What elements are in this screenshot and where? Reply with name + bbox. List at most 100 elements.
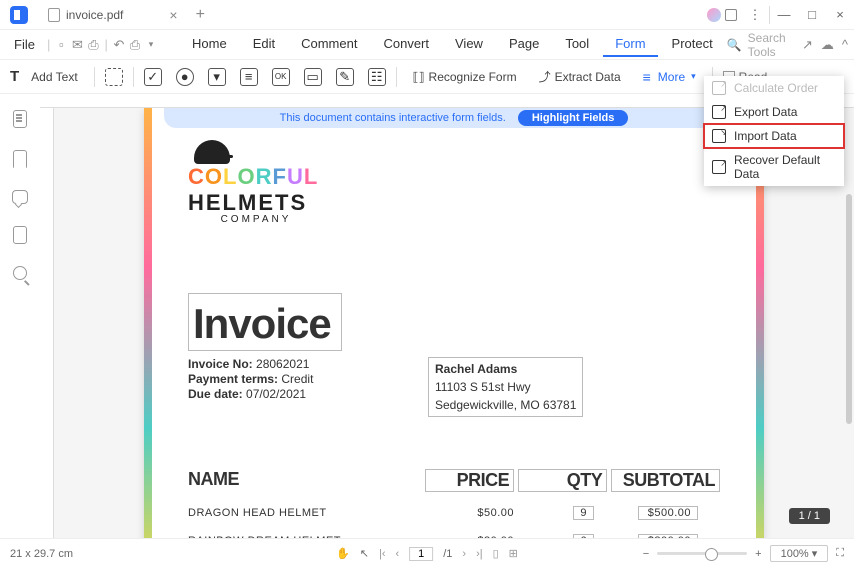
cloud-icon[interactable]: ☁	[821, 37, 834, 53]
divider: |	[47, 37, 50, 52]
customer-field[interactable]: Rachel Adams 11103 S 51st Hwy Sedgewickv…	[428, 357, 583, 417]
maximize-button[interactable]: □	[798, 0, 826, 30]
page-number-input[interactable]	[409, 547, 433, 561]
date-field-icon[interactable]: ☷	[368, 68, 386, 86]
attachments-icon[interactable]	[13, 226, 27, 244]
th-price[interactable]: PRICE	[425, 469, 514, 492]
due-date-label: Due date:	[188, 387, 243, 401]
save-icon[interactable]: ▫	[54, 35, 68, 55]
search-panel-icon[interactable]	[13, 266, 27, 280]
tab-edit[interactable]: Edit	[241, 32, 287, 57]
statusbar: 21 x 29.7 cm ✋ ↖ |‹ ‹ /1 › ›| ▯ ⊞ − + 10…	[0, 538, 854, 568]
divider	[133, 67, 134, 87]
last-page-button[interactable]: ›|	[476, 548, 483, 560]
tab-close-icon[interactable]: ×	[169, 7, 177, 23]
export-icon	[712, 105, 726, 119]
zoom-slider[interactable]	[657, 552, 747, 555]
dropdown-field-icon[interactable]: ▾	[208, 68, 226, 86]
signature-field-icon[interactable]: ✎	[336, 68, 354, 86]
prev-page-button[interactable]: ‹	[396, 548, 400, 560]
text-tool-icon[interactable]: T	[10, 68, 19, 85]
due-date-value: 07/02/2021	[246, 387, 306, 401]
minimize-button[interactable]: —	[770, 0, 798, 30]
dd-label: Export Data	[734, 105, 797, 119]
recognize-form-button[interactable]: ⟦⟧ Recognize Form	[407, 67, 523, 87]
file-menu[interactable]: File	[6, 37, 43, 52]
comments-icon[interactable]	[12, 190, 28, 204]
highlight-fields-button[interactable]: Highlight Fields	[518, 110, 629, 126]
account-icon[interactable]	[707, 8, 721, 22]
next-page-button[interactable]: ›	[462, 548, 466, 560]
extract-data-button[interactable]: ⤴ Extract Data	[533, 65, 627, 88]
close-button[interactable]: ×	[826, 0, 854, 30]
document-content: COLORFUL HELMETS COMPANY Invoice Invoice…	[144, 108, 764, 538]
dd-recover-default[interactable]: Recover Default Data	[704, 148, 844, 186]
print2-icon[interactable]: ⎙	[128, 35, 142, 55]
mail-icon[interactable]: ✉	[70, 35, 84, 55]
window-mode-icon[interactable]	[725, 9, 737, 21]
search-tools[interactable]: 🔍 Search Tools	[727, 31, 790, 59]
td-subtotal-field[interactable]: $500.00	[638, 506, 698, 520]
zoom-value[interactable]: 100% ▾	[770, 545, 829, 562]
radio-field-icon[interactable]: ●	[176, 68, 194, 86]
dd-import-data[interactable]: Import Data	[704, 124, 844, 148]
hand-tool-icon[interactable]: ✋	[336, 547, 350, 560]
fullscreen-icon[interactable]: ⛶	[836, 547, 844, 560]
td-qty-field[interactable]: 9	[573, 506, 594, 520]
banner-text: This document contains interactive form …	[280, 112, 506, 124]
more-button[interactable]: More	[637, 66, 702, 88]
tab-tool[interactable]: Tool	[553, 32, 601, 57]
kebab-menu-icon[interactable]: ⋮	[741, 0, 769, 30]
single-page-icon[interactable]: ▯	[493, 547, 499, 560]
search-placeholder: Search Tools	[748, 31, 790, 59]
document-icon	[48, 8, 60, 22]
form-field-icon[interactable]	[105, 68, 123, 86]
invoice-no-value: 28062021	[256, 357, 309, 371]
invoice-title[interactable]: Invoice	[188, 293, 342, 351]
collapse-icon[interactable]: ^	[842, 37, 848, 53]
tab-protect[interactable]: Protect	[660, 32, 725, 57]
helmet-logo-icon	[194, 140, 230, 164]
page-badge: 1 / 1	[789, 508, 830, 524]
tab-convert[interactable]: Convert	[371, 32, 441, 57]
new-tab-button[interactable]: +	[196, 6, 205, 24]
tab-comment[interactable]: Comment	[289, 32, 369, 57]
zoom-in-button[interactable]: +	[755, 548, 761, 560]
list-field-icon[interactable]: ≡	[240, 68, 258, 86]
print-icon[interactable]: ⎙	[86, 35, 100, 55]
dd-label: Calculate Order	[734, 81, 818, 95]
th-subtotal[interactable]: SUBTOTAL	[611, 469, 720, 492]
vertical-scrollbar[interactable]	[846, 194, 852, 424]
dd-export-data[interactable]: Export Data	[704, 100, 844, 124]
calculate-icon	[712, 81, 726, 95]
add-text-button[interactable]: Add Text	[25, 67, 83, 87]
ruler-vertical	[40, 108, 54, 538]
tab-form[interactable]: Form	[603, 32, 657, 57]
button-field-icon[interactable]: OK	[272, 68, 290, 86]
decorative-edge	[144, 108, 152, 538]
td-name: DRAGON HEAD HELMET	[188, 507, 428, 519]
zoom-out-button[interactable]: −	[643, 548, 649, 560]
first-page-button[interactable]: |‹	[379, 548, 386, 560]
document-tab[interactable]: invoice.pdf ×	[38, 1, 188, 29]
share-icon[interactable]: ↗	[802, 37, 813, 53]
continuous-icon[interactable]: ⊞	[509, 547, 518, 560]
th-qty[interactable]: QTY	[518, 469, 607, 492]
image-field-icon[interactable]: ▭	[304, 68, 322, 86]
bookmarks-icon[interactable]	[13, 150, 27, 168]
dd-label: Recover Default Data	[734, 153, 836, 181]
tab-page[interactable]: Page	[497, 32, 551, 57]
thumbnails-icon[interactable]	[13, 110, 27, 128]
menu-tabs: Home Edit Comment Convert View Page Tool…	[180, 32, 725, 57]
tab-home[interactable]: Home	[180, 32, 239, 57]
select-tool-icon[interactable]: ↖	[360, 547, 369, 560]
checkbox-field-icon[interactable]: ✓	[144, 68, 162, 86]
undo-icon[interactable]: ↶	[112, 35, 126, 55]
chevron-down-icon[interactable]: ▾	[144, 35, 158, 55]
menubar: File | ▫ ✉ ⎙ | ↶ ⎙ ▾ Home Edit Comment C…	[0, 30, 854, 60]
invoice-no-label: Invoice No:	[188, 357, 253, 371]
table-row: DRAGON HEAD HELMET $50.00 9 $500.00	[188, 506, 720, 520]
tab-view[interactable]: View	[443, 32, 495, 57]
recover-icon	[712, 160, 726, 174]
window-controls: ⋮ — □ ×	[707, 0, 854, 30]
